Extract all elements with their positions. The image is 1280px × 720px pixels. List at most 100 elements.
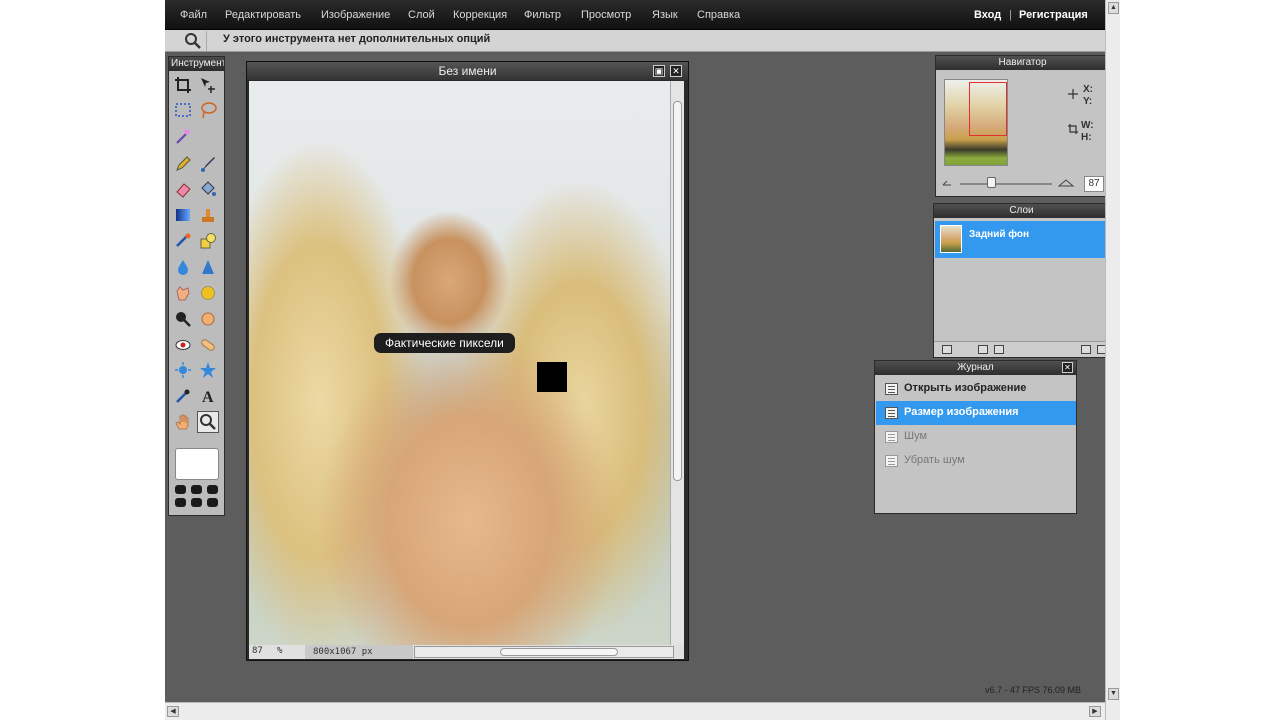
document-horizontal-scrollbar[interactable] [414, 646, 674, 658]
zoom-value[interactable]: 87 [252, 646, 263, 656]
view-mode-dot[interactable] [207, 485, 218, 494]
scroll-right-icon[interactable]: ▶ [1089, 706, 1101, 717]
paint-bucket-tool[interactable] [197, 178, 219, 200]
menu-language[interactable]: Язык [652, 9, 678, 21]
smudge-tool[interactable] [172, 282, 194, 304]
magic-wand-tool[interactable] [172, 125, 194, 147]
marquee-icon [175, 103, 191, 117]
scroll-thumb[interactable] [673, 101, 682, 481]
history-step-icon [885, 407, 898, 419]
navigator-view-rect[interactable] [969, 82, 1007, 136]
pencil-icon [176, 156, 191, 171]
scroll-down-icon[interactable]: ▼ [1108, 688, 1119, 700]
type-tool[interactable]: A [197, 385, 219, 407]
menu-layer[interactable]: Слой [408, 9, 435, 21]
layers-footer [934, 341, 1111, 357]
navigator-title[interactable]: Навигатор [936, 56, 1109, 70]
sharpen-tool[interactable] [197, 256, 219, 278]
history-item[interactable]: Убрать шум [876, 449, 1076, 473]
menu-filter[interactable]: Фильтр [524, 9, 561, 21]
login-link[interactable]: Вход [974, 9, 1001, 21]
document-vertical-scrollbar[interactable] [670, 81, 684, 645]
color-picker-tool[interactable] [172, 385, 194, 407]
zoom-slider-track[interactable] [960, 183, 1052, 185]
crop-tool[interactable] [172, 74, 194, 96]
menu-adjustment[interactable]: Коррекция [453, 9, 507, 21]
layer-mask-icon[interactable] [978, 345, 988, 354]
new-layer-icon[interactable] [1081, 345, 1091, 354]
red-eye-tool[interactable] [172, 334, 194, 356]
pinch-square-tool[interactable] [197, 359, 219, 381]
zoom-in-icon[interactable] [1058, 178, 1076, 188]
clone-stamp-tool[interactable] [197, 204, 219, 226]
page-vertical-scrollbar[interactable]: ▲ ▼ [1105, 0, 1120, 720]
move-tool[interactable] [197, 74, 219, 96]
crosshair-icon [1068, 89, 1078, 99]
color-swatch[interactable] [175, 448, 219, 480]
pencil-tool[interactable] [172, 153, 194, 175]
bloat-tool[interactable] [197, 308, 219, 330]
gradient-tool[interactable] [172, 204, 194, 226]
sponge-icon [201, 286, 215, 300]
drop-icon [178, 260, 188, 275]
navigator-thumbnail[interactable] [944, 79, 1008, 166]
document-titlebar[interactable]: Без имени ▣ ✕ [247, 62, 688, 80]
maximize-icon[interactable]: ▣ [653, 65, 665, 77]
dodge-burn-tool[interactable] [172, 308, 194, 330]
lasso-tool[interactable] [197, 99, 219, 121]
move-arrow-icon [201, 78, 215, 93]
layer-thumbnail [940, 225, 962, 253]
menu-view[interactable]: Просмотр [581, 9, 631, 21]
image-canvas[interactable]: Фактические пиксели [249, 81, 670, 645]
menu-image[interactable]: Изображение [321, 9, 390, 21]
history-title[interactable]: Журнал ✕ [875, 361, 1076, 375]
view-mode-dot[interactable] [207, 498, 218, 507]
view-mode-dot[interactable] [175, 498, 186, 507]
history-item[interactable]: Шум [876, 425, 1076, 449]
drawing-tool[interactable] [197, 230, 219, 252]
view-mode-dot[interactable] [191, 498, 202, 507]
layer-style-icon[interactable] [994, 345, 1004, 354]
tools-panel: Инструменты [168, 56, 225, 516]
history-item[interactable]: Открыть изображение [876, 377, 1076, 401]
close-icon[interactable]: ✕ [1062, 362, 1073, 373]
zoom-cursor-square [537, 362, 567, 392]
star-icon [200, 362, 216, 378]
image-dimensions: 800x1067 px [305, 645, 413, 659]
zoom-out-icon[interactable] [942, 178, 956, 188]
navigator-zoom-input[interactable]: 87 [1084, 176, 1104, 192]
menu-file[interactable]: Файл [180, 9, 207, 21]
menu-edit[interactable]: Редактировать [225, 9, 301, 21]
view-mode-dot[interactable] [191, 485, 202, 494]
close-icon[interactable]: ✕ [670, 65, 682, 77]
options-message: У этого инструмента нет дополнительных о… [223, 33, 491, 45]
history-item[interactable]: Размер изображения [876, 401, 1076, 425]
scroll-left-icon[interactable]: ◀ [167, 706, 179, 717]
menu-separator: | [1009, 9, 1012, 21]
page-horizontal-scrollbar[interactable]: ◀ ▶ [165, 702, 1105, 720]
zoom-slider-knob[interactable] [987, 177, 997, 188]
eye-icon [175, 340, 191, 350]
pinch-tool[interactable] [172, 359, 194, 381]
navigator-panel: Навигатор X: Y: W: H: 87 [935, 55, 1110, 197]
layer-item[interactable]: Задний фон [935, 221, 1110, 258]
hand-icon [175, 414, 189, 430]
sponge-tool[interactable] [197, 282, 219, 304]
layer-settings-icon[interactable] [942, 345, 952, 354]
layers-title[interactable]: Слои [934, 204, 1109, 218]
brush-tool[interactable] [197, 153, 219, 175]
hand-tool[interactable] [172, 411, 194, 433]
scroll-up-icon[interactable]: ▲ [1108, 2, 1119, 14]
eraser-tool[interactable] [172, 178, 194, 200]
register-link[interactable]: Регистрация [1019, 9, 1088, 21]
spot-heal-tool[interactable] [197, 334, 219, 356]
view-mode-dot[interactable] [175, 485, 186, 494]
menu-help[interactable]: Справка [697, 9, 740, 21]
zoom-tool[interactable] [197, 411, 219, 433]
color-replace-tool[interactable] [172, 230, 194, 252]
options-bar: У этого инструмента нет дополнительных о… [165, 30, 1105, 52]
blur-tool[interactable] [172, 256, 194, 278]
marquee-tool[interactable] [172, 99, 194, 121]
scroll-thumb[interactable] [500, 648, 618, 656]
document-title: Без имени [438, 64, 497, 78]
